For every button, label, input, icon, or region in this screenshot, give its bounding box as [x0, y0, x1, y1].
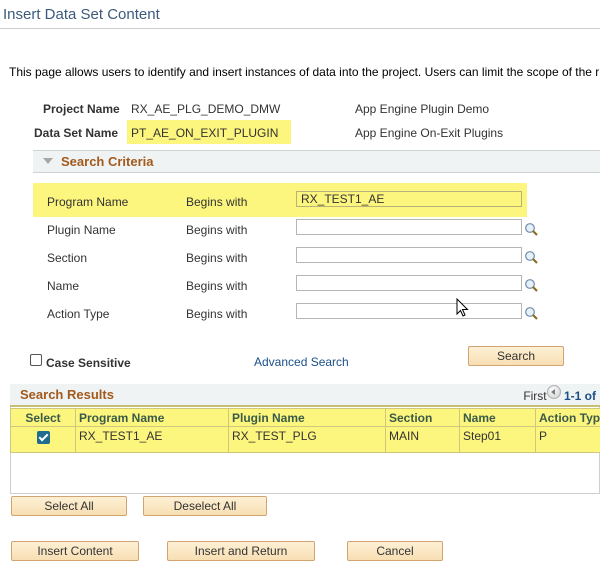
- criteria-operator-program-name[interactable]: Begins with: [186, 195, 247, 209]
- collapse-arrow-icon[interactable]: [43, 158, 53, 164]
- pager-range: 1-1 of: [563, 389, 596, 403]
- column-header-action-type[interactable]: Action Type: [535, 408, 600, 427]
- table-row: RX_TEST1_AE RX_TEST_PLG MAIN Step01 P: [10, 426, 600, 453]
- deselect-all-button[interactable]: Deselect All: [143, 496, 267, 516]
- cell-plugin-name: RX_TEST_PLG: [228, 426, 386, 453]
- section-input[interactable]: [296, 247, 522, 263]
- title-divider: [0, 28, 600, 29]
- project-name-description: App Engine Plugin Demo: [355, 102, 490, 116]
- data-set-name-description: App Engine On-Exit Plugins: [355, 126, 504, 140]
- previous-page-icon[interactable]: [546, 385, 561, 399]
- program-name-input[interactable]: [296, 191, 522, 207]
- name-input[interactable]: [296, 275, 522, 291]
- cancel-button[interactable]: Cancel: [347, 541, 443, 561]
- criteria-label-section: Section: [47, 251, 88, 265]
- lookup-search-icon[interactable]: [524, 306, 538, 320]
- column-header-name[interactable]: Name: [459, 408, 536, 427]
- page-title: Insert Data Set Content: [3, 6, 160, 23]
- criteria-label-action-type: Action Type: [47, 307, 110, 321]
- criteria-operator-plugin-name[interactable]: Begins with: [186, 223, 247, 237]
- select-all-button[interactable]: Select All: [11, 496, 127, 516]
- page-instructions: This page allows users to identify and i…: [9, 65, 600, 79]
- row-select-checkbox[interactable]: [36, 431, 50, 444]
- column-header-program-name[interactable]: Program Name: [75, 408, 229, 427]
- results-grid-header-row: Select Program Name Plugin Name Section …: [10, 408, 600, 427]
- lookup-search-icon[interactable]: [524, 250, 538, 264]
- criteria-operator-name[interactable]: Begins with: [186, 279, 247, 293]
- cell-name: Step01: [459, 426, 536, 453]
- advanced-search-link[interactable]: Advanced Search: [254, 355, 349, 369]
- criteria-label-name: Name: [47, 279, 80, 293]
- results-grid: Select Program Name Plugin Name Section …: [10, 408, 600, 453]
- criteria-label-plugin-name: Plugin Name: [47, 223, 116, 237]
- criteria-label-program-name: Program Name: [47, 195, 129, 209]
- project-name-label: Project Name: [43, 102, 120, 116]
- action-type-input[interactable]: [296, 303, 522, 319]
- lookup-search-icon[interactable]: [524, 222, 538, 236]
- cell-program-name: RX_TEST1_AE: [75, 426, 229, 453]
- cell-action-type: P: [535, 426, 600, 453]
- data-set-name-label: Data Set Name: [34, 126, 119, 140]
- search-results-header: Search Results First 1-1 of: [10, 384, 600, 407]
- data-set-name-value: PT_AE_ON_EXIT_PLUGIN: [131, 126, 279, 140]
- search-criteria-header[interactable]: Search Criteria: [33, 150, 600, 173]
- case-sensitive-checkbox[interactable]: [30, 354, 42, 366]
- select-cell: [10, 426, 76, 453]
- results-pager: First 1-1 of: [523, 385, 596, 403]
- mouse-cursor-icon: [456, 298, 469, 317]
- project-name-value: RX_AE_PLG_DEMO_DMW: [131, 102, 281, 116]
- criteria-operator-action-type[interactable]: Begins with: [186, 307, 247, 321]
- pager-first-link[interactable]: First: [523, 389, 546, 403]
- lookup-search-icon[interactable]: [524, 278, 538, 292]
- search-criteria-title: Search Criteria: [61, 154, 154, 169]
- search-button[interactable]: Search: [468, 346, 564, 366]
- column-header-select: Select: [10, 408, 76, 427]
- case-sensitive-label[interactable]: Case Sensitive: [46, 356, 131, 370]
- cell-section: MAIN: [385, 426, 460, 453]
- insert-and-return-button[interactable]: Insert and Return: [167, 541, 315, 561]
- insert-content-button[interactable]: Insert Content: [11, 541, 139, 561]
- search-results-title: Search Results: [20, 387, 114, 402]
- column-header-plugin-name[interactable]: Plugin Name: [228, 408, 386, 427]
- plugin-name-input[interactable]: [296, 219, 522, 235]
- column-header-section[interactable]: Section: [385, 408, 460, 427]
- criteria-operator-section[interactable]: Begins with: [186, 251, 247, 265]
